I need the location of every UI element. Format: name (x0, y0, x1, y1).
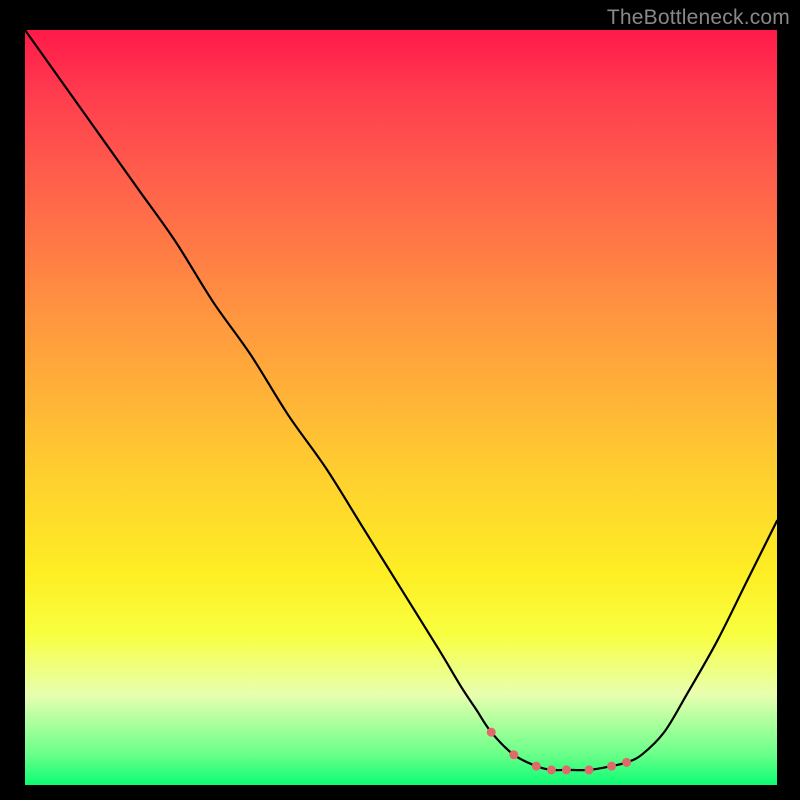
marker-dot (509, 750, 518, 759)
marker-dot (607, 762, 616, 771)
marker-dot (562, 765, 571, 774)
marker-dot (532, 762, 541, 771)
chart-frame (25, 30, 777, 785)
watermark-text: TheBottleneck.com (607, 6, 790, 30)
bottleneck-curve (25, 30, 777, 770)
marker-dot (547, 765, 556, 774)
marker-dot (622, 758, 631, 767)
marker-dot (487, 728, 496, 737)
marker-dot (585, 765, 594, 774)
chart-svg (25, 30, 777, 785)
